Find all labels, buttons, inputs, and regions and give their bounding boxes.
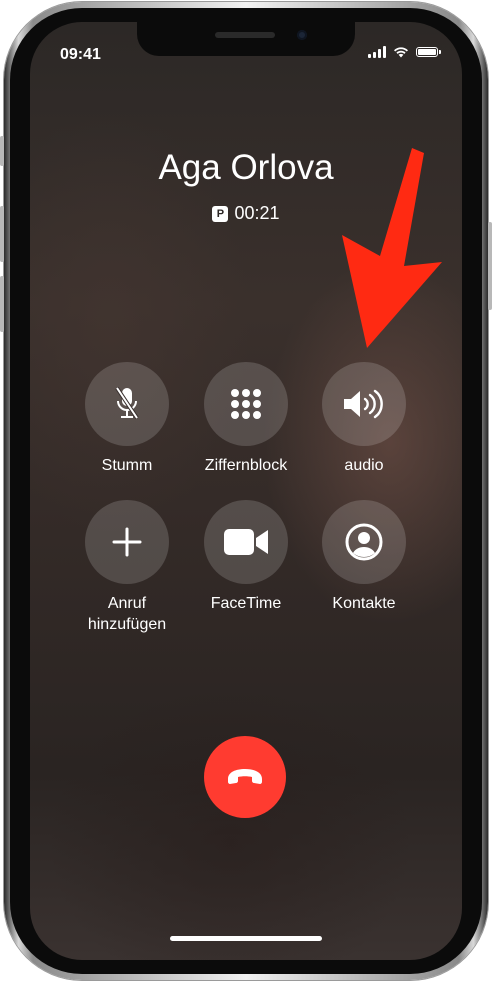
call-badge: P — [212, 205, 229, 222]
facetime-button[interactable]: FaceTime — [186, 500, 306, 614]
keypad-icon — [231, 389, 261, 419]
earpiece-speaker — [215, 32, 275, 38]
caller-name: Aga Orlova — [158, 148, 334, 187]
status-icons — [368, 46, 441, 58]
add-call-button[interactable]: Anruf hinzufügen — [67, 500, 187, 635]
status-time: 09:41 — [60, 46, 101, 63]
facetime-label: FaceTime — [210, 595, 282, 612]
call-screen: 09:41 Aga Orlova P 00:21 Stumm Ziffernbl… — [30, 22, 462, 960]
contacts-label: Kontakte — [332, 595, 396, 612]
contacts-button[interactable]: Kontakte — [304, 500, 424, 614]
speaker-icon — [344, 389, 383, 419]
volume-down-button — [0, 276, 4, 332]
end-call-icon — [228, 769, 262, 784]
home-indicator[interactable] — [170, 936, 322, 941]
front-camera — [297, 30, 307, 40]
contact-icon — [345, 523, 383, 561]
call-info: P 00:21 — [30, 203, 462, 224]
mute-icon — [115, 386, 139, 420]
call-duration: 00:21 — [234, 203, 280, 223]
wifi-icon — [394, 47, 408, 58]
side-button — [488, 222, 492, 310]
silent-switch — [0, 136, 4, 166]
keypad-button[interactable]: Ziffernblock — [186, 362, 306, 476]
audio-label: audio — [344, 457, 384, 474]
mute-button-circle[interactable] — [85, 362, 169, 446]
notch — [137, 22, 355, 56]
mute-button[interactable]: Stumm — [67, 362, 187, 476]
audio-button-circle[interactable] — [322, 362, 406, 446]
mute-label: Stumm — [101, 457, 153, 474]
keypad-label: Ziffernblock — [204, 457, 288, 474]
video-camera-icon — [224, 529, 268, 555]
battery-icon — [416, 47, 441, 57]
add-call-label: Anruf hinzufügen — [87, 595, 167, 633]
plus-icon — [112, 527, 142, 557]
add-call-button-circle[interactable] — [85, 500, 169, 584]
end-call-button[interactable] — [204, 736, 286, 818]
signal-icon — [368, 46, 386, 58]
audio-button[interactable]: audio — [304, 362, 424, 476]
contacts-button-circle[interactable] — [322, 500, 406, 584]
facetime-button-circle[interactable] — [204, 500, 288, 584]
keypad-button-circle[interactable] — [204, 362, 288, 446]
volume-up-button — [0, 206, 4, 262]
